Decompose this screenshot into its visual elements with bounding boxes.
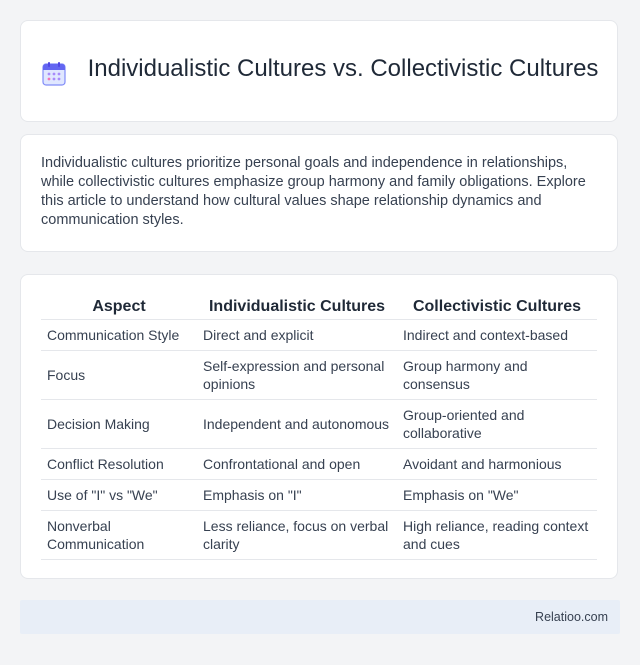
table-cell-individualistic: Direct and explicit — [197, 320, 397, 351]
table-cell-individualistic: Self-expression and personal opinions — [197, 351, 397, 400]
table-cell-collectivistic: Avoidant and harmonious — [397, 449, 597, 480]
comparison-table: Aspect Individualistic Cultures Collecti… — [41, 295, 597, 560]
table-cell-collectivistic: Emphasis on "We" — [397, 480, 597, 511]
intro-paragraph: Individualistic cultures prioritize pers… — [41, 155, 586, 228]
intro-card: Individualistic cultures prioritize pers… — [20, 134, 618, 252]
table-cell-collectivistic: Group-oriented and collaborative — [397, 400, 597, 449]
table-cell-aspect: Decision Making — [41, 400, 197, 449]
footer-site-link[interactable]: Relatioo.com — [535, 610, 608, 624]
table-row: Nonverbal Communication Less reliance, f… — [41, 511, 597, 560]
table-row: Communication Style Direct and explicit … — [41, 320, 597, 351]
table-cell-aspect: Conflict Resolution — [41, 449, 197, 480]
table-row: Decision Making Independent and autonomo… — [41, 400, 597, 449]
table-cell-individualistic: Less reliance, focus on verbal clarity — [197, 511, 397, 560]
table-row: Conflict Resolution Confrontational and … — [41, 449, 597, 480]
column-header-individualistic: Individualistic Cultures — [197, 295, 397, 320]
table-cell-individualistic: Independent and autonomous — [197, 400, 397, 449]
footer: Relatioo.com — [20, 600, 620, 634]
table-cell-individualistic: Confrontational and open — [197, 449, 397, 480]
column-header-collectivistic: Collectivistic Cultures — [397, 295, 597, 320]
table-cell-individualistic: Emphasis on "I" — [197, 480, 397, 511]
table-row: Use of "I" vs "We" Emphasis on "I" Empha… — [41, 480, 597, 511]
title-wrap: Individualistic Cultures vs. Collectivis… — [39, 54, 599, 88]
table-cell-aspect: Focus — [41, 351, 197, 400]
table-cell-aspect: Use of "I" vs "We" — [41, 480, 197, 511]
table-cell-collectivistic: Group harmony and consensus — [397, 351, 597, 400]
table-cell-collectivistic: Indirect and context-based — [397, 320, 597, 351]
title-card: Individualistic Cultures vs. Collectivis… — [20, 20, 618, 122]
table-cell-aspect: Nonverbal Communication — [41, 511, 197, 560]
table-row: Focus Self-expression and personal opini… — [41, 351, 597, 400]
column-header-aspect: Aspect — [41, 295, 197, 320]
calendar-icon — [40, 60, 68, 88]
comparison-card: Aspect Individualistic Cultures Collecti… — [20, 274, 618, 579]
table-cell-aspect: Communication Style — [41, 320, 197, 351]
table-header-row: Aspect Individualistic Cultures Collecti… — [41, 295, 597, 320]
table-cell-collectivistic: High reliance, reading context and cues — [397, 511, 597, 560]
page-title: Individualistic Cultures vs. Collectivis… — [87, 55, 599, 82]
